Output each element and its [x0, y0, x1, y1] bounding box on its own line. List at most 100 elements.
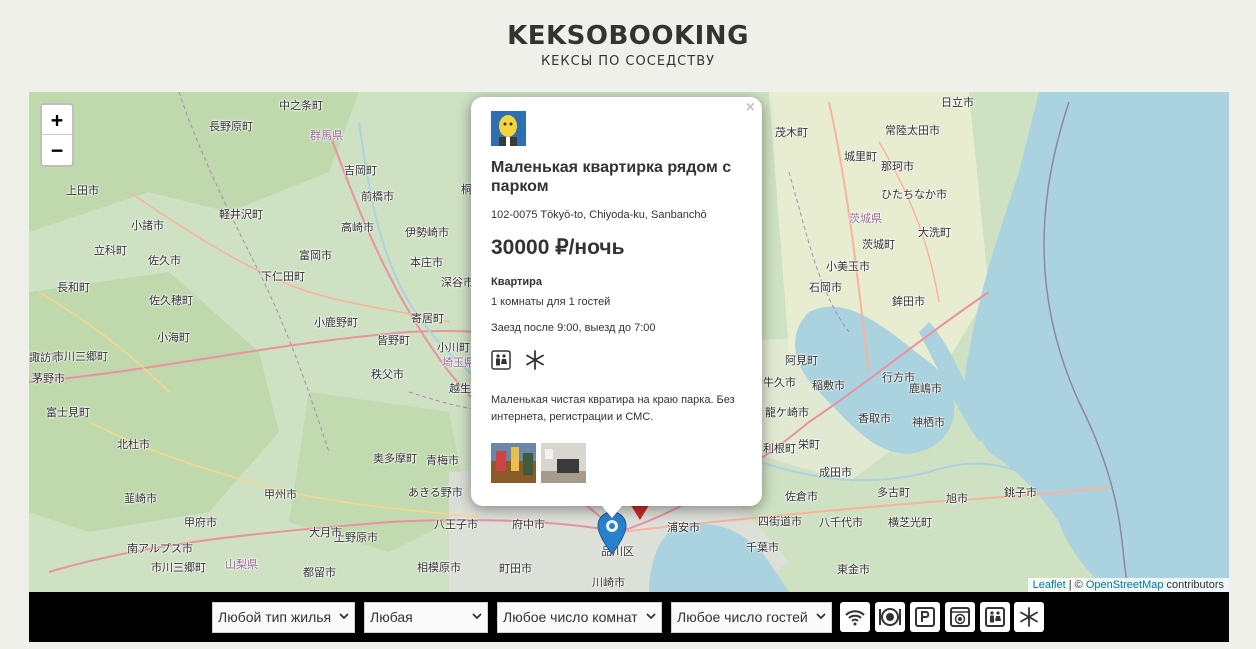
- avatar-image: [491, 111, 526, 146]
- map-label-hachioji: 八王子市: [434, 518, 478, 531]
- filter-washer[interactable]: [945, 602, 975, 632]
- housing-type-select[interactable]: Любой тип жилья: [212, 602, 355, 633]
- map-label-naganohara: 長野原町: [209, 120, 253, 133]
- parking-icon: [915, 607, 935, 627]
- filter-elevator[interactable]: [980, 602, 1010, 632]
- map-label-kashima: 鹿嶋市: [909, 382, 942, 395]
- zoom-out-button[interactable]: −: [42, 135, 72, 165]
- map-label-hitachiota: 常陸太田市: [885, 124, 940, 137]
- map-label-ryugasaki: 龍ケ崎市: [765, 406, 809, 419]
- offer-time: Заезд после 9:00, выезд до 7:00: [491, 322, 656, 334]
- osm-link[interactable]: OpenStreetMap: [1086, 579, 1164, 591]
- map-label-karuizawa: 軽井沢町: [219, 208, 263, 221]
- map-label-naka: 那珂市: [881, 160, 914, 173]
- chevron-down-icon: [472, 613, 482, 620]
- offer-capacity: 1 комнаты для 1 гостей: [491, 296, 611, 308]
- map-label-shibayama: 横芝光町: [888, 516, 932, 529]
- map-label-takasaki: 高崎市: [341, 221, 374, 234]
- map-label-nirasaki: 韮崎市: [124, 492, 157, 505]
- filter-wifi[interactable]: [840, 602, 870, 632]
- housing-price-value: Любая: [370, 609, 413, 625]
- popup-close-button[interactable]: ×: [746, 99, 755, 117]
- offer-price: 30000 ₽/ночь: [491, 236, 625, 259]
- housing-guests-select[interactable]: Любое число гостей: [671, 602, 832, 633]
- map-label-sakae: 栄町: [798, 438, 820, 451]
- map-label-koumi: 小海町: [157, 331, 190, 344]
- offer-popup: × Маленькая квартирка рядом с парком 102…: [471, 97, 762, 506]
- map-label-honjo: 本庄市: [410, 256, 443, 269]
- map[interactable]: 日立市 常陸太田市 那珂市 ひたちなか市 茨城県 城里町 茂木町 大洗町 茨城町…: [29, 92, 1229, 592]
- map-label-koshu: 甲州市: [264, 488, 297, 501]
- map-label-sagamihara: 相模原市: [417, 561, 461, 574]
- map-label-maebashi: 前橋市: [361, 190, 394, 203]
- map-label-narita: 成田市: [819, 466, 852, 479]
- author-avatar: [491, 111, 526, 146]
- site-logo[interactable]: KEKSOBOOKING: [0, 20, 1256, 52]
- attribution-tail: contributors: [1163, 579, 1224, 591]
- map-label-minamialps: 南アルプス市: [127, 542, 193, 555]
- filter-dishwasher[interactable]: [875, 602, 905, 632]
- map-label-kawasaki: 川崎市: [592, 576, 625, 589]
- conditioner-icon: [526, 350, 544, 370]
- map-label-hokuto: 北杜市: [117, 438, 150, 451]
- popup-tip: [602, 506, 622, 518]
- map-label-ami: 阿見町: [785, 354, 818, 367]
- chevron-down-icon: [646, 613, 656, 620]
- map-label-kamisu: 神栖市: [912, 416, 945, 429]
- map-label-saku: 佐久市: [148, 254, 181, 267]
- conditioner-icon: [1020, 607, 1038, 627]
- map-label-tsuru: 都留市: [303, 566, 336, 579]
- map-label-ibaraki-pref: 茨城県: [849, 212, 882, 225]
- filter-conditioner[interactable]: [1014, 602, 1044, 632]
- map-label-oarai: 大洗町: [918, 226, 951, 239]
- map-label-chiba: 千葉市: [746, 541, 779, 554]
- map-label-isesaki: 伊勢崎市: [405, 226, 449, 239]
- map-label-yorii: 寄居町: [411, 312, 444, 325]
- map-label-asahi: 旭市: [946, 492, 968, 505]
- map-label-hitachi: 日立市: [941, 96, 974, 109]
- map-label-chino: 茅野市: [32, 372, 65, 385]
- housing-type-value: Любой тип жилья: [218, 609, 332, 625]
- map-label-sakura: 佐倉市: [785, 490, 818, 503]
- zoom-in-button[interactable]: +: [42, 105, 72, 135]
- map-label-kofu: 甲府市: [184, 516, 217, 529]
- map-label-kunimi: 市川三郷町: [53, 350, 108, 363]
- leaflet-link[interactable]: Leaflet: [1033, 579, 1066, 591]
- housing-rooms-value: Любое число комнат: [503, 609, 638, 625]
- map-label-hokota: 鉾田市: [892, 295, 925, 308]
- housing-price-select[interactable]: Любая: [364, 602, 488, 633]
- map-label-choshi: 銚子市: [1004, 486, 1037, 499]
- map-label-kasama: 城里町: [844, 150, 877, 163]
- housing-guests-value: Любое число гостей: [677, 609, 808, 625]
- map-label-yotsukaido: 四街道市: [758, 515, 802, 528]
- map-label-shimonita: 下仁田町: [261, 270, 305, 283]
- map-label-ichikawa: 市川三郷町: [151, 561, 206, 574]
- map-label-hitachinaka: ひたちなか市: [881, 188, 947, 201]
- dishwasher-icon: [879, 608, 901, 626]
- elevator-icon: [985, 607, 1005, 627]
- map-label-machida: 町田市: [499, 562, 532, 575]
- map-label-ogawa: 小川町: [437, 341, 470, 354]
- map-label-ibaraki-town: 茨城町: [862, 238, 895, 251]
- map-label-omitama: 小美玉市: [826, 260, 870, 273]
- offer-title: Маленькая квартирка рядом с парком: [491, 159, 732, 195]
- offer-photos: [491, 443, 742, 483]
- map-label-yoshioka: 吉岡町: [344, 164, 377, 177]
- filter-parking[interactable]: [910, 602, 940, 632]
- filters-bar: Любой тип жилья Любая Любое число комнат…: [29, 592, 1229, 642]
- site-tagline: КЕКСЫ ПО СОСЕДСТВУ: [540, 54, 716, 69]
- map-label-fujimi: 富士見町: [46, 406, 90, 419]
- map-label-urayasu: 浦安市: [667, 521, 700, 534]
- map-label-yamanashi-pref: 山梨県: [225, 558, 258, 571]
- map-label-tomioka: 富岡市: [299, 249, 332, 262]
- offer-description: Маленькая чистая квратира на краю парка.…: [491, 394, 735, 423]
- map-label-ishioka: 石岡市: [809, 281, 842, 294]
- offer-features: [491, 350, 742, 370]
- map-label-fukaya: 深谷市: [441, 276, 474, 289]
- map-label-chichibu: 秩父市: [371, 368, 404, 381]
- washer-icon: [491, 350, 511, 370]
- map-label-mooka: 茂木町: [775, 126, 808, 139]
- housing-rooms-select[interactable]: Любое число комнат: [497, 602, 662, 633]
- map-label-fuchu: 府中市: [512, 518, 545, 531]
- zoom-control: + −: [40, 103, 74, 167]
